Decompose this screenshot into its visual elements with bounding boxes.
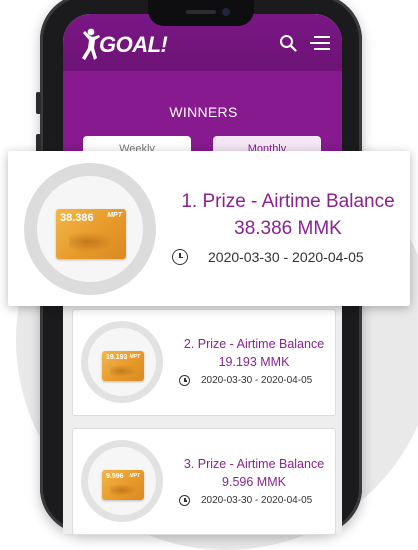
phone-camera <box>222 8 230 16</box>
clock-icon <box>179 375 190 386</box>
voucher-map-graphic <box>68 231 115 252</box>
prize-title: 1. Prize - Airtime Balance 38.386 MMK <box>168 188 408 242</box>
winners-title: WINNERS <box>169 104 238 120</box>
goal-logo[interactable]: GOAL! <box>79 28 168 62</box>
prize-date-range: 2020-03-30 - 2020-04-05 <box>208 249 364 265</box>
prize-date-range: 2020-03-30 - 2020-04-05 <box>201 495 313 506</box>
voucher-map-graphic <box>109 364 137 377</box>
phone-speaker <box>186 10 216 14</box>
voucher-brand: MPT <box>129 354 140 360</box>
prize-title: 2. Prize - Airtime Balance 19.193 MMK <box>173 335 335 371</box>
prize-amount: 9.596 MMK <box>222 475 286 489</box>
prize-title-line1: 3. Prize - Airtime Balance <box>183 457 325 471</box>
voucher-brand: MPT <box>107 212 122 219</box>
prize-title-line1: 1. Prize - Airtime Balance <box>181 191 395 212</box>
search-icon <box>280 35 297 52</box>
prize-card-2[interactable]: 19.193 MPT 2. Prize - Airtime Balance 19… <box>72 309 336 416</box>
player-silhouette-icon <box>82 28 100 60</box>
phone-notch <box>148 0 254 26</box>
prize-date-row: 2020-03-30 - 2020-04-05 <box>179 495 312 506</box>
voucher-map-graphic <box>109 483 137 496</box>
clock-icon <box>172 249 188 265</box>
prize-amount: 19.193 MMK <box>218 355 290 369</box>
hamburger-menu-icon <box>310 36 330 50</box>
prize-card-3[interactable]: 9.596 MPT 3. Prize - Airtime Balance 9.5… <box>72 428 336 535</box>
menu-button[interactable] <box>309 32 331 54</box>
prize-image-circle: 38.386 MPT <box>24 163 156 295</box>
airtime-voucher-image: 19.193 MPT <box>102 351 144 381</box>
prize-image-circle: 19.193 MPT <box>81 321 163 403</box>
featured-prize-card[interactable]: 38.386 MPT 1. Prize - Airtime Balance 38… <box>8 151 410 306</box>
voucher-amount: 19.193 <box>106 354 128 361</box>
prize-date-row: 2020-03-30 - 2020-04-05 <box>172 249 364 265</box>
prize-date-range: 2020-03-30 - 2020-04-05 <box>201 375 313 386</box>
voucher-brand: MPT <box>129 473 140 479</box>
prize-title-line1: 2. Prize - Airtime Balance <box>183 337 325 351</box>
clock-icon <box>179 495 190 506</box>
airtime-voucher-image: 9.596 MPT <box>102 470 144 500</box>
phone-mute-switch <box>36 92 41 114</box>
search-button[interactable] <box>277 32 299 54</box>
prize-amount: 38.386 MMK <box>234 218 342 239</box>
voucher-amount: 9.596 <box>106 473 124 480</box>
airtime-voucher-image: 38.386 MPT <box>56 209 126 259</box>
prize-date-row: 2020-03-30 - 2020-04-05 <box>179 375 312 386</box>
prize-image-circle: 9.596 MPT <box>81 440 163 522</box>
voucher-amount: 38.386 <box>60 212 94 224</box>
prize-title: 3. Prize - Airtime Balance 9.596 MMK <box>173 455 335 491</box>
brand-name: GOAL! <box>99 32 168 57</box>
